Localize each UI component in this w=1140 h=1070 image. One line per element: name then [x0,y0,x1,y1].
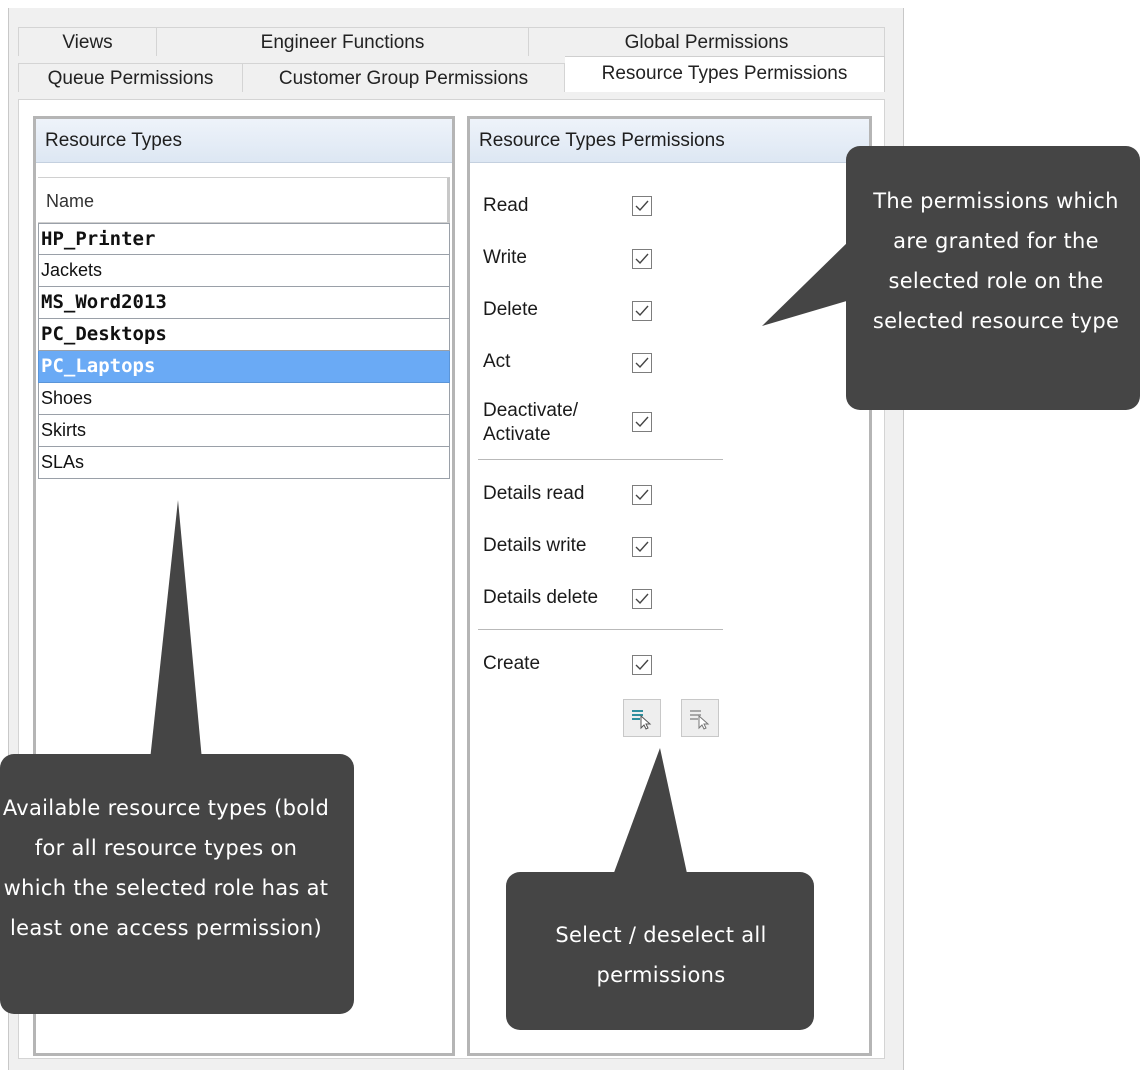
callout-select-deselect-text: Select / deselect all permissions [555,923,767,987]
tab-customer-group-permissions[interactable]: Customer Group Permissions [243,63,565,92]
permission-label-create: Create [483,653,541,674]
permission-label-write: Write [483,247,527,268]
tab-engineer-functions[interactable]: Engineer Functions [157,27,529,56]
callout-resource-types-text: Available resource types (bold for all r… [2,796,330,940]
permission-label-act: Act [483,351,511,372]
table-row[interactable]: PC_Desktops [38,319,450,351]
permission-checkbox-details-write[interactable] [632,537,652,557]
tab-resource-types-permissions[interactable]: Resource Types Permissions [565,56,885,92]
resource-types-panel-title: Resource Types [36,119,452,163]
permission-checkbox-deactivate-activate[interactable] [632,412,652,432]
permission-checkbox-read[interactable] [632,196,652,216]
permission-label-details-delete: Details delete [483,587,599,608]
permissions-panel-title: Resource Types Permissions [470,119,869,163]
table-row[interactable]: SLAs [38,447,450,479]
permission-checkbox-write[interactable] [632,249,652,269]
deselect-all-button[interactable] [681,699,719,737]
table-row[interactable]: Skirts [38,415,450,447]
table-row[interactable]: Jackets [38,255,450,287]
tab-global-permissions[interactable]: Global Permissions [529,27,885,56]
permission-label-details-write: Details write [483,535,587,556]
table-row[interactable]: Shoes [38,383,450,415]
tab-row-top: Views Engineer Functions Global Permissi… [18,27,885,56]
tab-row-bottom: Queue Permissions Customer Group Permiss… [18,56,885,92]
select-all-icon [632,710,652,730]
permission-checkbox-details-delete[interactable] [632,589,652,609]
permission-checkbox-create[interactable] [632,655,652,675]
tab-queue-permissions[interactable]: Queue Permissions [18,63,243,92]
permission-label-delete: Delete [483,299,538,320]
callout-permissions-text: The permissions which are granted for th… [872,189,1120,333]
separator [478,459,723,460]
permission-checkbox-act[interactable] [632,353,652,373]
permission-checkbox-details-read[interactable] [632,485,652,505]
table-row[interactable]: HP_Printer [38,223,450,255]
select-all-button[interactable] [623,699,661,737]
permission-label-deactivate-activate: Deactivate/ Activate [483,400,579,445]
tab-views[interactable]: Views [18,27,157,56]
permission-label-read: Read [483,195,529,216]
resource-types-table: Name HP_Printer Jackets MS_Word2013 PC_D… [38,177,450,479]
permission-checkbox-delete[interactable] [632,301,652,321]
permission-label-details-read: Details read [483,483,585,504]
table-row[interactable]: MS_Word2013 [38,287,450,319]
column-header-name[interactable]: Name [38,177,450,223]
table-row-selected[interactable]: PC_Laptops [38,351,450,383]
deselect-all-icon [690,710,710,730]
separator [478,629,723,630]
